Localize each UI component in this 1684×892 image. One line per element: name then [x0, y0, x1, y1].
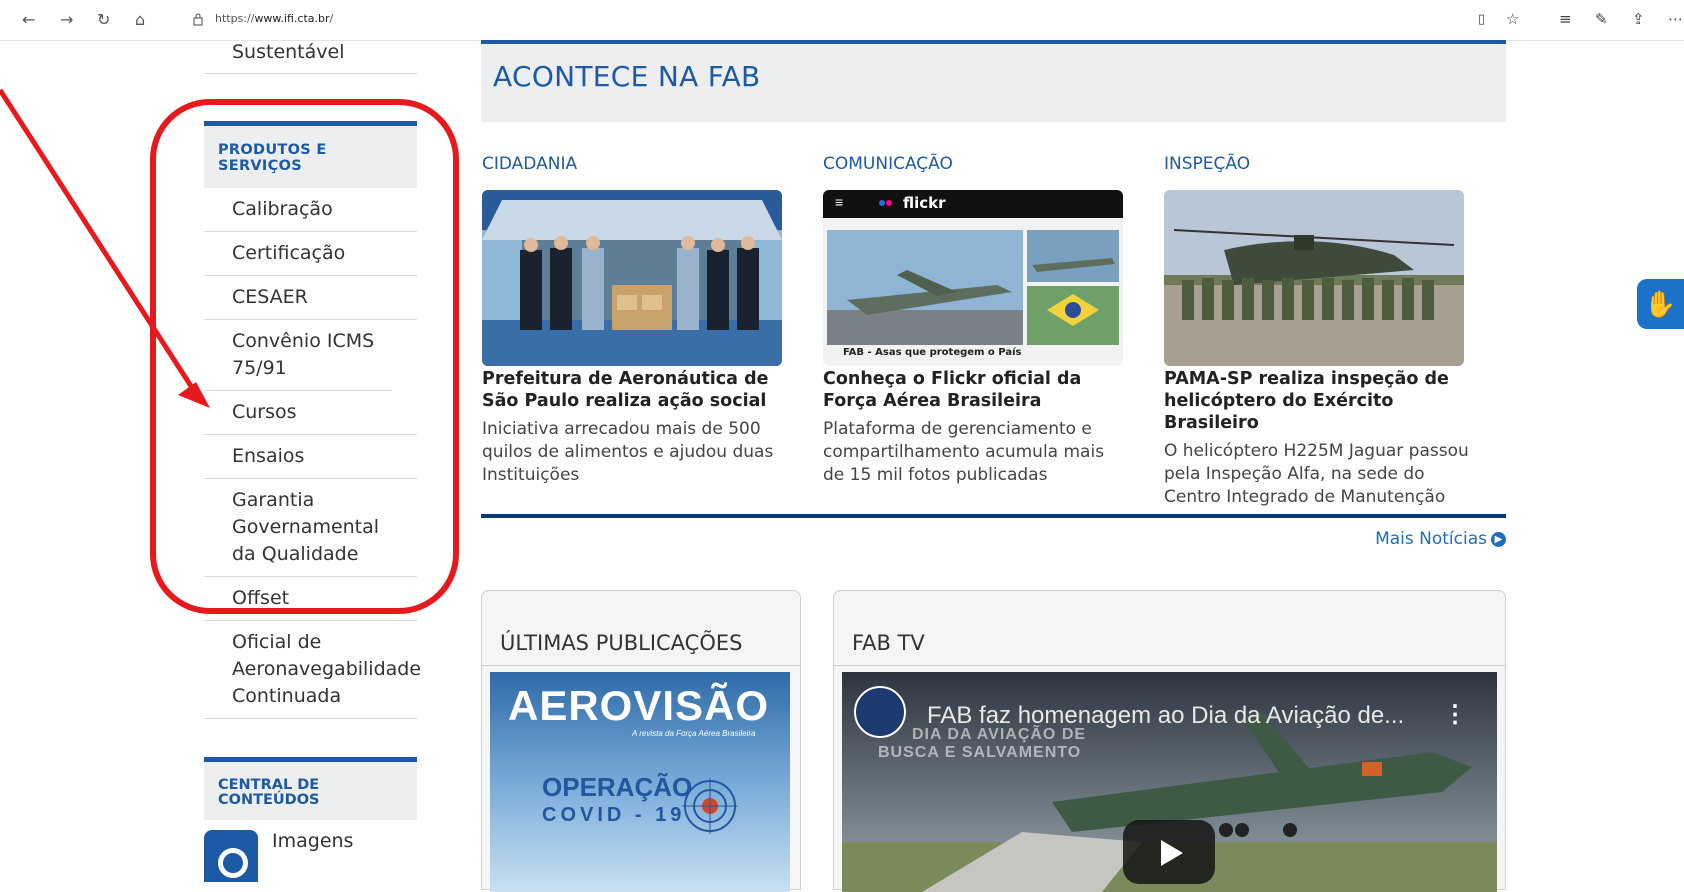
- flickr-logo: flickr: [903, 194, 946, 212]
- virus-target-icon: [682, 778, 738, 834]
- news-card-cidadania[interactable]: CIDADANIA Prefeitura de Aeronáutica de S…: [482, 154, 787, 487]
- publications-title: ÚLTIMAS PUBLICAÇÕES: [500, 631, 743, 655]
- news-image-inspecao[interactable]: [1164, 190, 1464, 366]
- magazine-tagline: A revista da Força Aérea Brasileira: [632, 729, 756, 738]
- play-icon: [1161, 840, 1183, 866]
- favorite-star-icon[interactable]: ☆: [1506, 10, 1519, 28]
- magazine-name: AEROVISÃO: [508, 682, 770, 729]
- panel-divider: [482, 665, 800, 666]
- arrow-circle-icon: ▶: [1491, 531, 1506, 547]
- section-title: ACONTECE NA FAB: [493, 60, 761, 93]
- magazine-subheadline: COVID - 19: [542, 804, 686, 826]
- publications-panel: ÚLTIMAS PUBLICAÇÕES AEROVISÃO A revista …: [481, 590, 801, 892]
- news-image-comunicacao[interactable]: ≡ flickr FAB - Asas que protegem o País: [823, 190, 1123, 366]
- channel-avatar[interactable]: [854, 686, 906, 738]
- url-scheme: https://: [215, 12, 255, 25]
- address-bar[interactable]: https://www.ifi.cta.br/: [215, 12, 333, 25]
- fab-tv-panel: FAB TV FAB faz homenagem ao Dia da Aviaç…: [833, 590, 1506, 892]
- news-card-comunicacao[interactable]: COMUNICAÇÃO ≡ flickr FAB - Asas que prot…: [823, 154, 1128, 487]
- sidebar: Sustentável PRODUTOS E SERVIÇOS Calibraç…: [204, 40, 421, 882]
- fab-tv-title: FAB TV: [852, 631, 925, 655]
- sidebar-item-imagens[interactable]: Imagens: [204, 820, 417, 882]
- pen-icon[interactable]: ✎: [1595, 10, 1608, 28]
- news-description: Iniciativa arrecadou mais de 500 quilos …: [482, 419, 774, 485]
- news-title[interactable]: PAMA-SP realiza inspeção de helicóptero …: [1164, 368, 1469, 434]
- refresh-icon[interactable]: ↻: [97, 10, 110, 30]
- forward-icon[interactable]: →: [60, 10, 73, 30]
- sign-language-icon[interactable]: ✋: [1637, 279, 1684, 329]
- imagens-label: Imagens: [272, 830, 354, 852]
- more-icon[interactable]: ⋯: [1668, 10, 1683, 28]
- section-divider: [481, 514, 1506, 518]
- video-menu-icon[interactable]: ⋮: [1443, 700, 1467, 729]
- back-icon[interactable]: ←: [22, 10, 35, 30]
- more-news-link[interactable]: Mais Notícias ▶: [1375, 529, 1506, 549]
- play-button[interactable]: [1123, 820, 1215, 884]
- flickr-blue-dot: [879, 200, 885, 206]
- video-overlay-text: DIA DA AVIAÇÃO DE: [912, 726, 1087, 743]
- central-conteudos-heading: CENTRAL DE CONTEÚDOS: [204, 757, 417, 820]
- sidebar-item-sustentavel[interactable]: Sustentável: [204, 40, 417, 74]
- reader-view-icon[interactable]: ▯: [1478, 12, 1485, 27]
- central-conteudos-label: CENTRAL DE CONTEÚDOS: [218, 777, 320, 808]
- news-category[interactable]: COMUNICAÇÃO: [823, 154, 1128, 190]
- news-description: O helicóptero H225M Jaguar passou pela I…: [1164, 441, 1469, 507]
- flickr-pink-dot: [886, 200, 892, 206]
- annotation-arrow: [0, 88, 210, 408]
- news-title[interactable]: Prefeitura de Aeronáutica de São Paulo r…: [482, 368, 787, 412]
- favorites-list-icon[interactable]: ≡: [1559, 10, 1572, 28]
- panel-divider: [834, 665, 1505, 666]
- hamburger-icon: ≡: [835, 194, 844, 210]
- browser-toolbar: ← → ↻ ⌂ https://www.ifi.cta.br/ ▯ ☆ ≡ ✎ …: [0, 0, 1684, 41]
- camera-icon: [204, 830, 258, 882]
- news-category[interactable]: CIDADANIA: [482, 154, 787, 190]
- news-title[interactable]: Conheça o Flickr oficial da Força Aérea …: [823, 368, 1128, 412]
- news-description: Plataforma de gerenciamento e compartilh…: [823, 419, 1105, 485]
- central-conteudos-menu: CENTRAL DE CONTEÚDOS Imagens: [204, 757, 417, 882]
- home-icon[interactable]: ⌂: [135, 10, 145, 30]
- news-image-cidadania[interactable]: [482, 190, 782, 366]
- magazine-headline: OPERAÇÃO: [542, 772, 693, 802]
- flickr-header: ≡ flickr: [823, 190, 1123, 218]
- url-path: /: [329, 12, 334, 25]
- magazine-cover[interactable]: AEROVISÃO A revista da Força Aérea Brasi…: [490, 672, 790, 892]
- acontece-header: ACONTECE NA FAB: [481, 40, 1506, 122]
- url-host: www.ifi.cta.br: [254, 12, 330, 25]
- share-icon[interactable]: ⇪: [1632, 10, 1645, 28]
- video-player[interactable]: FAB faz homenagem ao Dia da Aviação de..…: [842, 672, 1497, 892]
- flickr-caption: FAB - Asas que protegem o País: [843, 347, 1022, 358]
- lock-icon: [193, 13, 203, 26]
- sidebar-item-oficial[interactable]: Oficial de Aeronavegabilidade Continuada: [204, 621, 421, 719]
- news-card-inspecao[interactable]: INSPEÇÃO PAMA-SP realiza inspeção de hel…: [1164, 154, 1469, 509]
- more-news-label: Mais Notícias: [1375, 529, 1487, 549]
- video-overlay-text-2: BUSCA E SALVAMENTO: [878, 744, 1082, 761]
- news-category[interactable]: INSPEÇÃO: [1164, 154, 1469, 190]
